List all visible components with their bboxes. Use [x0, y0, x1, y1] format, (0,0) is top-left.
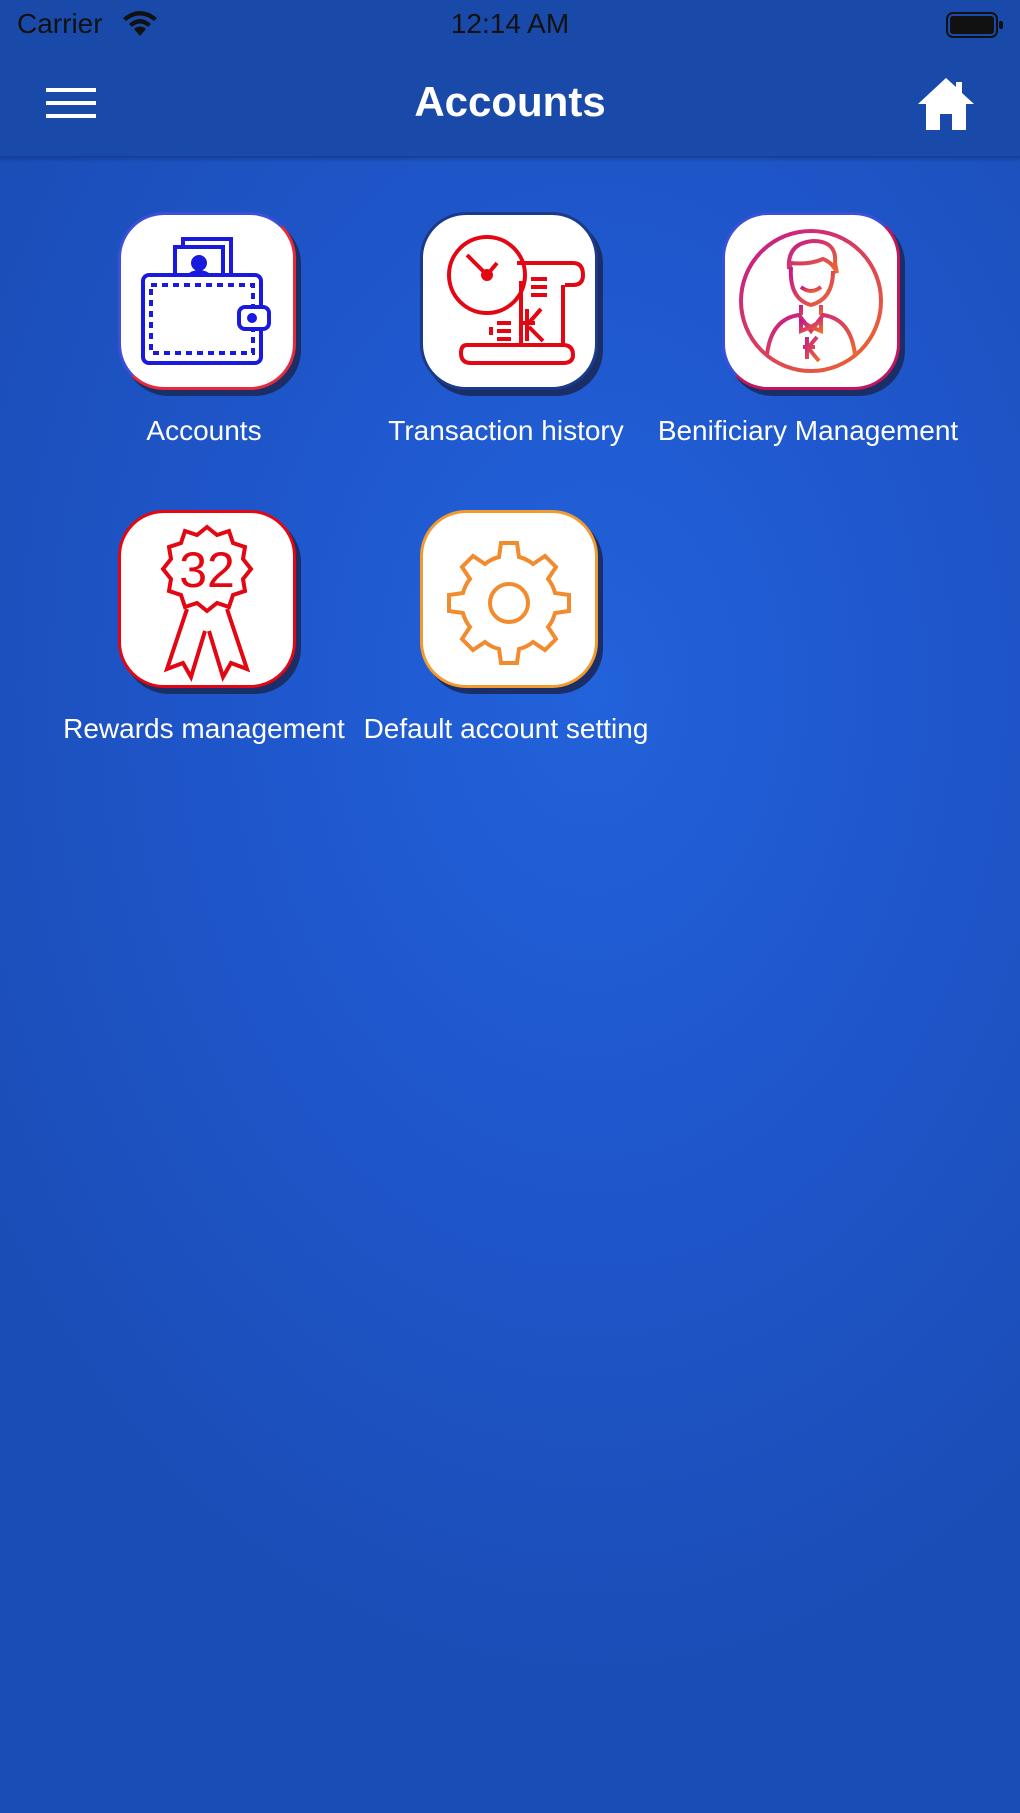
hamburger-menu-icon [46, 88, 96, 118]
tile-transaction-history[interactable]: Transaction history [338, 212, 638, 462]
tile-accounts-label: Accounts [146, 415, 262, 446]
tile-accounts-icon-box [118, 212, 296, 390]
tile-default-account-setting-icon-box [420, 510, 598, 688]
reward-badge-icon: 32 [160, 524, 254, 683]
tile-transaction-history-label: Transaction history [388, 415, 624, 446]
wallet-icon [141, 237, 271, 365]
tile-rewards-management[interactable]: 32 Rewards management [36, 510, 345, 800]
clock-receipt-icon [447, 235, 586, 365]
page-title: Accounts [414, 78, 606, 125]
tile-default-account-setting-label: Default account setting [363, 713, 649, 744]
tile-beneficiary-management[interactable]: Benificiary Management [640, 212, 958, 502]
tile-rewards-management-icon-box: 32 [118, 510, 296, 688]
tile-beneficiary-management-label: Benificiary Management [657, 415, 959, 446]
battery-icon [946, 12, 1003, 38]
menu-button[interactable] [36, 80, 106, 130]
tile-transaction-history-icon-box [420, 212, 598, 390]
navigation-bar: Accounts [0, 52, 1020, 158]
status-bar: Carrier 12:14 AM [0, 0, 1020, 52]
home-icon [918, 78, 974, 130]
clock-time: 12:14 AM [450, 8, 570, 39]
tile-rewards-management-label: Rewards management [63, 713, 345, 744]
gear-icon [447, 541, 571, 665]
home-button[interactable] [914, 74, 978, 134]
tile-accounts[interactable]: Accounts [36, 212, 336, 462]
reward-badge-number: 32 [179, 542, 235, 598]
tile-beneficiary-management-icon-box [722, 212, 900, 390]
beneficiary-person-icon [739, 229, 883, 373]
tile-default-account-setting[interactable]: Default account setting [338, 510, 648, 800]
